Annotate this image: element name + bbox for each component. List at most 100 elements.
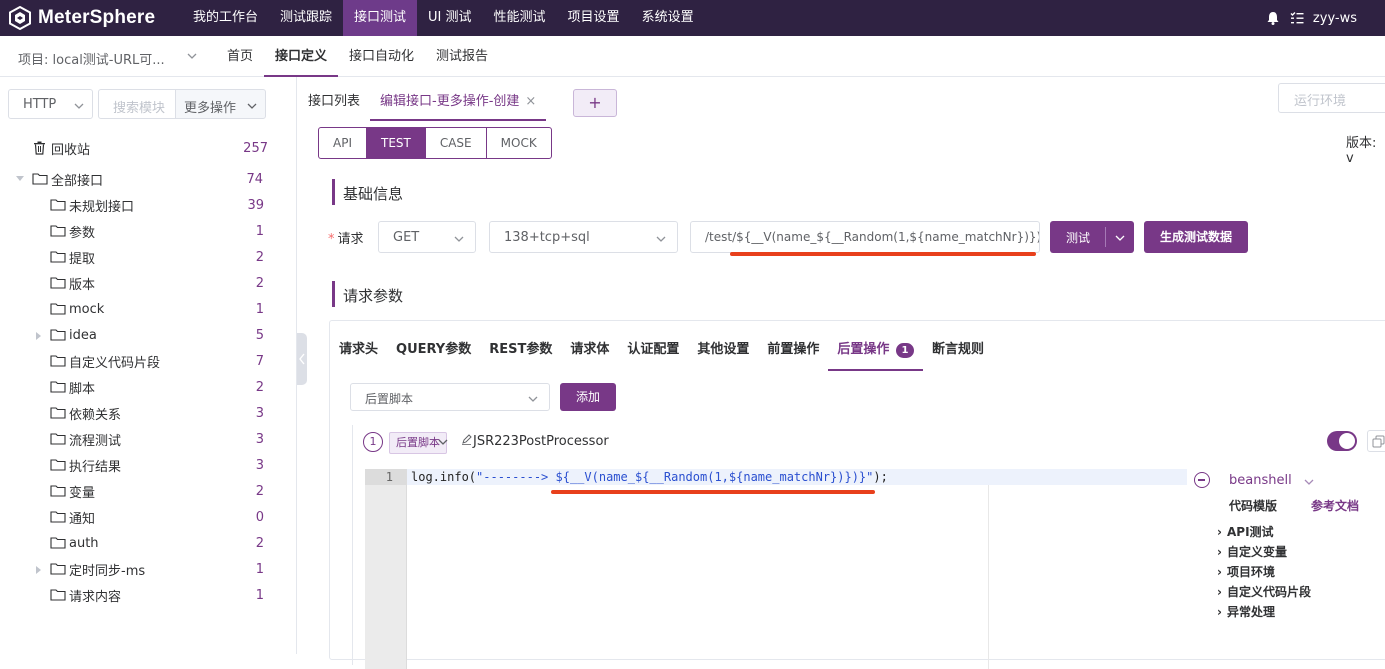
- line-number: 1: [365, 469, 407, 485]
- tree-module-item[interactable]: 流程测试 3: [0, 426, 296, 452]
- nav-project-settings[interactable]: 项目设置: [557, 0, 631, 36]
- environment-value: 138+tcp+sql: [504, 230, 590, 245]
- more-actions-dropdown[interactable]: 更多操作: [175, 89, 266, 119]
- tree-module-label: 提取: [69, 251, 96, 267]
- tree-module-item[interactable]: 参数 1: [0, 218, 296, 244]
- folder-icon: [50, 277, 66, 289]
- subnav-api-automation[interactable]: 接口自动化: [338, 37, 425, 77]
- chevron-down-icon[interactable]: [1114, 232, 1126, 244]
- tree-module-count: 2: [255, 275, 264, 291]
- tree-module-item[interactable]: 自定义代码片段 7: [0, 348, 296, 374]
- task-list-icon[interactable]: [1289, 10, 1305, 26]
- method-select[interactable]: GET: [378, 221, 476, 253]
- copy-button[interactable]: [1367, 430, 1385, 452]
- caret-right-icon[interactable]: [35, 565, 43, 575]
- sub-bar: 项目: local测试-URL可... 首页 接口定义 接口自动化 测试报告: [0, 37, 1385, 77]
- tab-pre-processor[interactable]: 前置操作: [758, 335, 828, 371]
- code-highlight-underline: [551, 490, 875, 494]
- tree-module-label: 自定义代码片段: [69, 355, 161, 371]
- url-input[interactable]: /test/${__V(name_${__Random(1,${name_mat…: [690, 221, 1040, 253]
- mode-api[interactable]: API: [319, 128, 367, 158]
- script-language-select[interactable]: beanshell: [1229, 473, 1292, 488]
- test-button[interactable]: 测试: [1050, 221, 1134, 253]
- mode-test[interactable]: TEST: [366, 128, 426, 158]
- snippet-api-test[interactable]: › API测试: [1217, 523, 1274, 540]
- post-script-type-select[interactable]: 后置脚本: [350, 383, 550, 411]
- snippet-custom-code[interactable]: › 自定义代码片段: [1217, 583, 1311, 600]
- tab-edit-api[interactable]: 编辑接口-更多操作-创建 ×: [370, 87, 547, 121]
- protocol-select[interactable]: HTTP: [8, 89, 93, 119]
- tree-root[interactable]: 全部接口 74: [0, 166, 296, 192]
- tree-trash[interactable]: 回收站 257: [0, 135, 296, 161]
- tree-module-item[interactable]: idea 5: [0, 322, 296, 348]
- tree-module-item[interactable]: auth 2: [0, 530, 296, 556]
- tree-module-item[interactable]: 通知 0: [0, 504, 296, 530]
- mode-case[interactable]: CASE: [426, 128, 487, 158]
- tree-module-item[interactable]: 提取 2: [0, 244, 296, 270]
- tree-module-item[interactable]: mock 1: [0, 296, 296, 322]
- snippet-project-env-label: 项目环境: [1227, 565, 1276, 579]
- folder-icon: [50, 511, 66, 523]
- module-search-input[interactable]: 搜索模块: [98, 89, 176, 119]
- nav-test-track[interactable]: 测试跟踪: [269, 0, 343, 36]
- subnav-home[interactable]: 首页: [216, 37, 264, 77]
- tree-module-item[interactable]: 执行结果 3: [0, 452, 296, 478]
- add-button[interactable]: 添加: [560, 383, 616, 411]
- generate-test-data-button[interactable]: 生成测试数据: [1144, 221, 1248, 253]
- tab-api-list[interactable]: 接口列表: [298, 87, 370, 121]
- tree-module-label: mock: [69, 301, 105, 317]
- tab-query[interactable]: QUERY参数: [387, 335, 480, 371]
- tree-module-item[interactable]: 请求内容 1: [0, 582, 296, 608]
- add-tab-button[interactable]: +: [573, 89, 617, 117]
- project-selector[interactable]: 项目: local测试-URL可...: [18, 49, 165, 68]
- tree-module-item[interactable]: 版本 2: [0, 270, 296, 296]
- snippet-exception[interactable]: › 异常处理: [1217, 603, 1275, 620]
- tab-assertions[interactable]: 断言规则: [923, 335, 993, 371]
- folder-icon: [50, 199, 66, 211]
- processor-enable-toggle[interactable]: [1327, 431, 1357, 451]
- tree-module-count: 7: [255, 353, 264, 369]
- subnav-test-report[interactable]: 测试报告: [425, 37, 499, 77]
- tab-edit-api-label: 编辑接口-更多操作-创建: [380, 94, 520, 109]
- mode-mock[interactable]: MOCK: [487, 128, 551, 158]
- tree-module-item[interactable]: 脚本 2: [0, 374, 296, 400]
- environment-select[interactable]: 138+tcp+sql: [489, 221, 678, 253]
- bell-icon[interactable]: [1265, 10, 1281, 26]
- tab-post-processor[interactable]: 后置操作 1: [828, 335, 923, 371]
- version-label[interactable]: 版本: v: [1346, 132, 1385, 166]
- nav-performance-test[interactable]: 性能测试: [483, 0, 557, 36]
- tab-rest[interactable]: REST参数: [480, 335, 561, 371]
- run-environment-select[interactable]: 运行环境: [1278, 83, 1385, 113]
- tree-module-item[interactable]: 变量 2: [0, 478, 296, 504]
- code-editor[interactable]: 1 log.info("--------> ${__V(name_${__Ran…: [365, 469, 1187, 669]
- brand-logo[interactable]: MeterSphere: [8, 6, 155, 30]
- caret-right-icon[interactable]: [35, 331, 43, 341]
- chevron-down-icon[interactable]: [1303, 476, 1315, 488]
- chevron-down-icon[interactable]: [437, 436, 449, 448]
- tab-body[interactable]: 请求体: [561, 335, 618, 371]
- close-icon[interactable]: ×: [525, 94, 536, 109]
- tree-module-item[interactable]: 定时同步-ms 1: [0, 556, 296, 582]
- nav-workbench[interactable]: 我的工作台: [182, 0, 269, 36]
- tab-headers[interactable]: 请求头: [330, 335, 387, 371]
- tree-module-label: 请求内容: [69, 589, 122, 605]
- user-menu[interactable]: zyy-ws: [1313, 11, 1357, 26]
- reference-docs-link[interactable]: 参考文档: [1311, 497, 1359, 514]
- nav-ui-test[interactable]: UI 测试: [417, 0, 482, 36]
- chevron-down-icon: [528, 396, 538, 402]
- chevron-down-icon[interactable]: [186, 50, 198, 62]
- processor-name[interactable]: JSR223PostProcessor: [461, 433, 609, 449]
- processor-index: 1: [363, 432, 383, 452]
- tab-auth[interactable]: 认证配置: [618, 335, 688, 371]
- snippet-custom-variable[interactable]: › 自定义变量: [1217, 543, 1287, 560]
- tree-module-item[interactable]: 未规划接口 39: [0, 192, 296, 218]
- collapse-snippets-icon[interactable]: [1194, 472, 1210, 488]
- snippet-project-env[interactable]: › 项目环境: [1217, 563, 1275, 580]
- tab-other-settings[interactable]: 其他设置: [688, 335, 758, 371]
- nav-api-test[interactable]: 接口测试: [343, 0, 418, 36]
- folder-icon: [50, 355, 66, 367]
- nav-system-settings[interactable]: 系统设置: [631, 0, 705, 36]
- subnav-api-definition[interactable]: 接口定义: [264, 37, 339, 77]
- tree-module-item[interactable]: 依赖关系 3: [0, 400, 296, 426]
- code-line[interactable]: log.info("--------> ${__V(name_${__Rando…: [407, 469, 1187, 485]
